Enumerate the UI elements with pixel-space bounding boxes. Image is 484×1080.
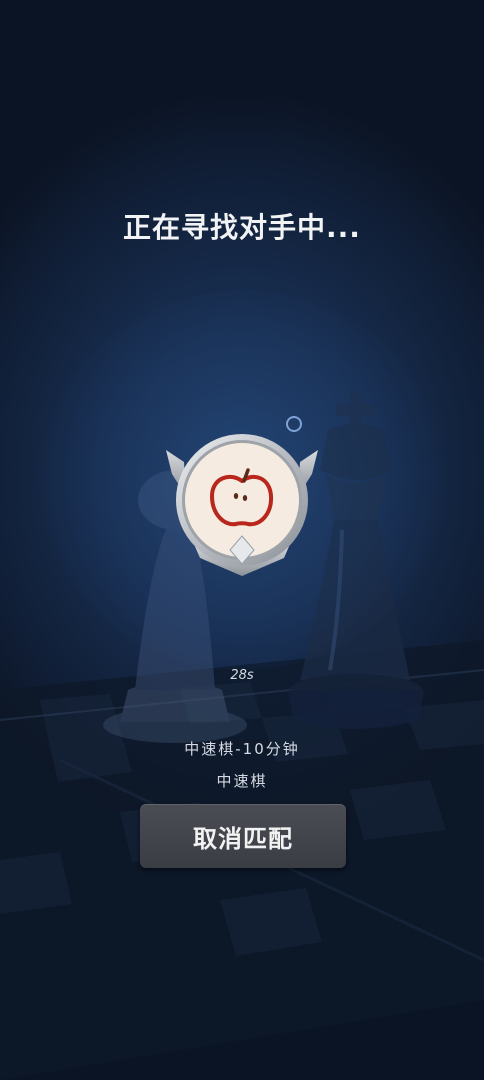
- game-mode-detail: 中速棋-10分钟: [184, 740, 300, 758]
- avatar-badge: [166, 434, 318, 576]
- matchmaking-screen: 正在寻找对手中... 28s 中速棋-10分钟 中速棋 取消匹配: [0, 0, 484, 1080]
- elapsed-timer: 28s: [230, 668, 254, 683]
- cancel-match-button[interactable]: 取消匹配: [140, 804, 346, 868]
- game-mode-name: 中速棋: [216, 772, 268, 790]
- page-title: 正在寻找对手中...: [123, 211, 361, 244]
